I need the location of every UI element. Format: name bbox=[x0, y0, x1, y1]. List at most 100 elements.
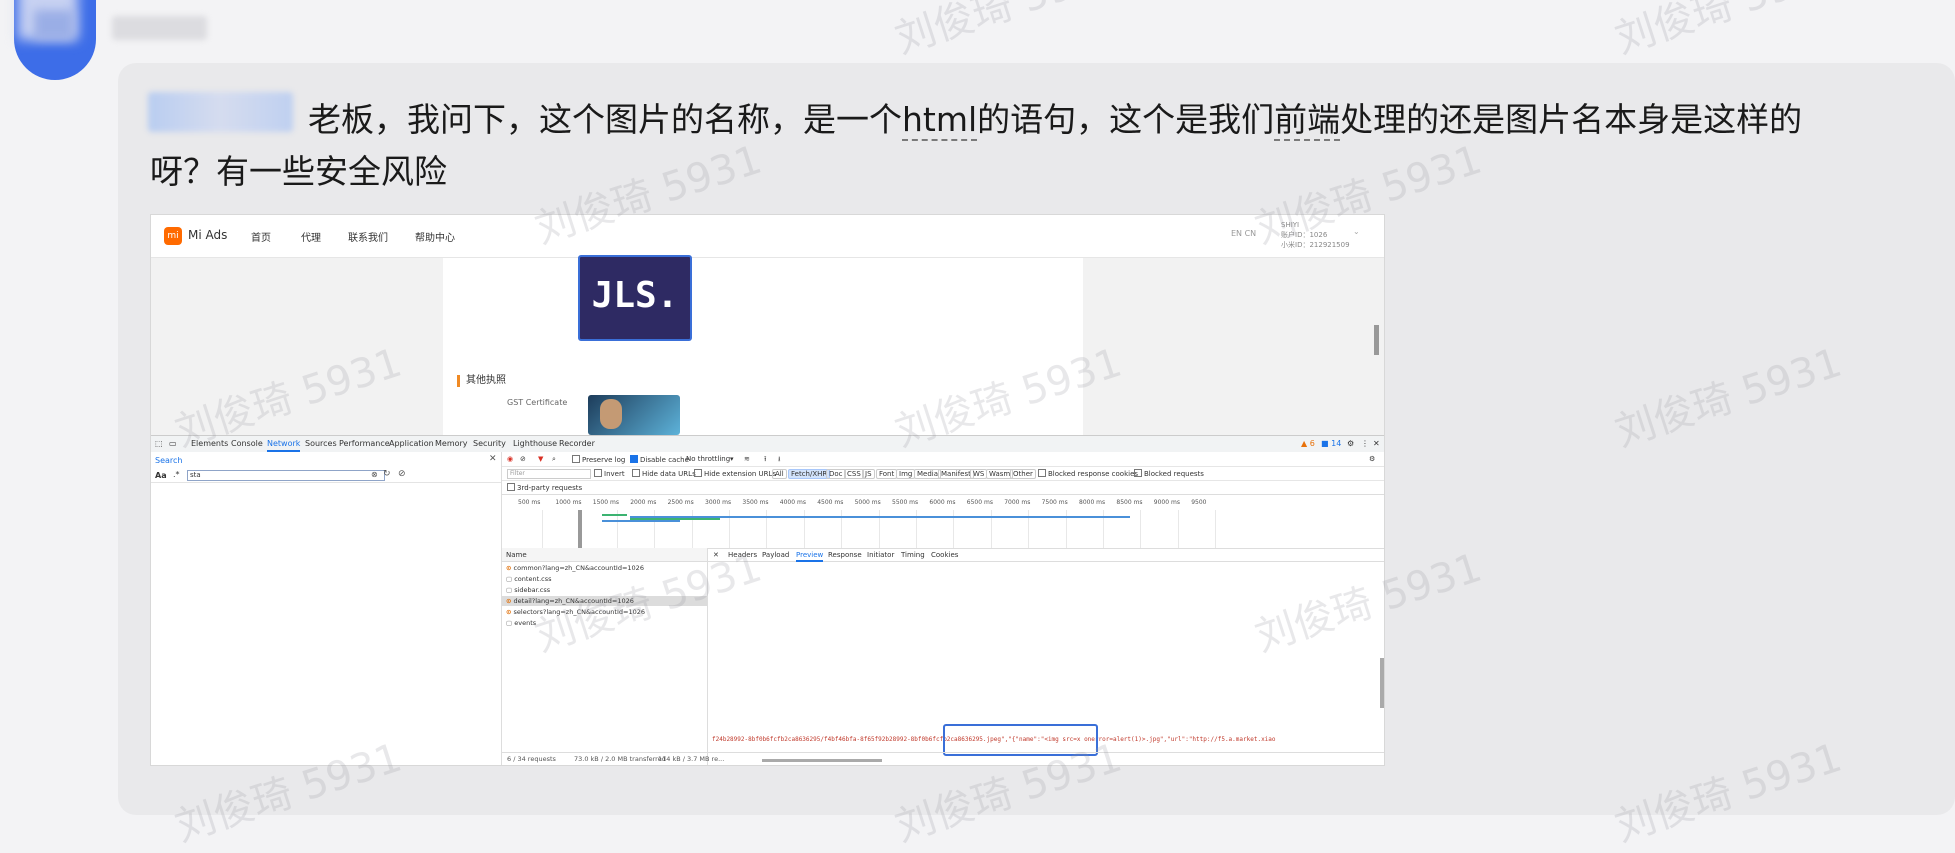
request-row[interactable]: ▢ sidebar.css bbox=[502, 585, 707, 595]
account-info[interactable]: SHIYI 账户ID：1026 小米ID：212921509 bbox=[1281, 220, 1350, 250]
search-input[interactable]: sta bbox=[187, 470, 385, 481]
tab-memory[interactable]: Memory bbox=[435, 439, 468, 448]
third-party-checkbox[interactable]: 3rd-party requests bbox=[507, 483, 582, 492]
invert-checkbox[interactable]: Invert bbox=[594, 469, 625, 478]
tab-console[interactable]: Console bbox=[231, 439, 263, 448]
type-filter-other[interactable]: Other bbox=[1010, 469, 1036, 479]
timeline-tick-label: 7500 ms bbox=[1041, 499, 1068, 506]
request-row[interactable]: ⊙ common?lang=zh_CN&accountId=1026 bbox=[502, 563, 707, 573]
timeline-tick-label: 2500 ms bbox=[667, 499, 694, 506]
tab-preview[interactable]: Preview bbox=[796, 551, 824, 562]
tab-cookies[interactable]: Cookies bbox=[931, 551, 958, 559]
tab-elements[interactable]: Elements bbox=[191, 439, 228, 448]
timeline-gridline bbox=[1177, 510, 1179, 548]
close-icon[interactable]: ✕ bbox=[489, 454, 497, 464]
clear-icon[interactable]: ⊘ bbox=[398, 469, 406, 479]
page-scrollbar[interactable] bbox=[1374, 325, 1379, 355]
avatar[interactable] bbox=[14, 0, 96, 80]
type-filter-font[interactable]: Font bbox=[876, 469, 898, 479]
match-case-toggle[interactable]: Aa bbox=[155, 471, 167, 480]
request-row[interactable]: ▢ events bbox=[502, 618, 707, 628]
type-filter-ws[interactable]: WS bbox=[970, 469, 988, 479]
type-filter-doc[interactable]: Doc bbox=[826, 469, 846, 479]
gst-certificate-image[interactable] bbox=[588, 395, 680, 435]
clear-log-icon[interactable]: ⊘ bbox=[520, 455, 526, 463]
horizontal-scrollbar[interactable] bbox=[762, 759, 882, 762]
hide-extension-urls-checkbox[interactable]: Hide extension URLs bbox=[694, 469, 776, 478]
gear-icon[interactable]: ⚙ bbox=[1347, 439, 1354, 448]
section-title: 其他执照 bbox=[457, 375, 506, 387]
mi-logo-icon: mi bbox=[164, 227, 182, 245]
type-filter-js[interactable]: JS bbox=[862, 469, 875, 479]
type-filter-css[interactable]: CSS bbox=[844, 469, 864, 479]
filter-input[interactable]: Filter bbox=[507, 469, 591, 479]
hide-data-urls-checkbox[interactable]: Hide data URLs bbox=[632, 469, 696, 478]
nav-help[interactable]: 帮助中心 bbox=[415, 229, 455, 244]
account-id: 账户ID：1026 bbox=[1281, 231, 1328, 239]
tab-timing[interactable]: Timing bbox=[901, 551, 925, 559]
nav-contact[interactable]: 联系我们 bbox=[348, 229, 388, 244]
type-filter-fetch-xhr[interactable]: Fetch/XHR bbox=[788, 469, 831, 479]
blocked-cookies-checkbox[interactable]: Blocked response cookies bbox=[1038, 469, 1138, 478]
refresh-icon[interactable]: ↻ bbox=[383, 469, 391, 479]
tab-lighthouse[interactable]: Lighthouse bbox=[513, 439, 557, 448]
throttling-select[interactable]: No throttling bbox=[686, 455, 730, 463]
gear-icon[interactable]: ⚙ bbox=[1369, 455, 1375, 463]
tab-network[interactable]: Network bbox=[267, 439, 301, 452]
regex-toggle[interactable]: .* bbox=[173, 470, 180, 479]
language-switch[interactable]: EN CN bbox=[1231, 229, 1256, 238]
type-filter-manifest[interactable]: Manifest bbox=[938, 469, 974, 479]
type-filter-img[interactable]: Img bbox=[896, 469, 916, 479]
filter-icon[interactable]: ▼ bbox=[538, 455, 543, 463]
attached-screenshot[interactable]: mi Mi Ads 首页 代理 联系我们 帮助中心 EN CN SHIYI 账户… bbox=[150, 214, 1385, 766]
device-toggle-icon[interactable]: ▭ bbox=[169, 439, 177, 448]
tab-payload[interactable]: Payload bbox=[762, 551, 789, 559]
nav-agent[interactable]: 代理 bbox=[301, 229, 321, 244]
more-icon[interactable]: ⋮ bbox=[1361, 439, 1369, 448]
name-column-header[interactable]: Name bbox=[502, 548, 707, 562]
tab-recorder[interactable]: Recorder bbox=[559, 439, 595, 448]
search-pane-title[interactable]: Search bbox=[155, 456, 182, 465]
warnings-badge[interactable]: ▲ 6 bbox=[1301, 439, 1315, 448]
messages-badge[interactable]: ■ 14 bbox=[1321, 439, 1341, 448]
request-row[interactable]: ▢ content.css bbox=[502, 574, 707, 584]
chevron-down-icon[interactable]: ▾ bbox=[730, 455, 734, 463]
keyword-frontend[interactable]: 前端 bbox=[1274, 100, 1341, 141]
message-text-a: 老板，我问下，这个图片的名称，是一个 bbox=[308, 100, 902, 139]
preserve-log-checkbox[interactable]: Preserve log bbox=[572, 455, 625, 464]
request-detail: ✕ Headers Payload Preview Response Initi… bbox=[708, 548, 1384, 765]
upload-icon[interactable]: ⭱ bbox=[764, 455, 766, 466]
preserve-log-label: Preserve log bbox=[582, 456, 626, 464]
chevron-down-icon[interactable]: ⌄ bbox=[1353, 227, 1360, 236]
close-icon[interactable]: ✕ bbox=[713, 551, 719, 559]
timeline-tick-label: 9000 ms bbox=[1153, 499, 1180, 506]
nav-home[interactable]: 首页 bbox=[251, 229, 271, 244]
tab-performance[interactable]: Performance bbox=[339, 439, 390, 448]
request-row[interactable]: ⊙ selectors?lang=zh_CN&accountId=1026 bbox=[502, 607, 707, 617]
tab-security[interactable]: Security bbox=[473, 439, 506, 448]
type-filter-all[interactable]: All bbox=[772, 469, 787, 479]
tab-response[interactable]: Response bbox=[828, 551, 862, 559]
type-filter-media[interactable]: Media bbox=[914, 469, 942, 479]
uploaded-logo-image[interactable]: JLS. bbox=[578, 255, 692, 341]
xhr-icon: ⊙ bbox=[506, 597, 512, 605]
inspect-icon[interactable]: ⬚ bbox=[155, 439, 163, 448]
tab-sources[interactable]: Sources bbox=[305, 439, 337, 448]
blocked-requests-checkbox[interactable]: Blocked requests bbox=[1134, 469, 1204, 478]
timeline-tick-label: 4000 ms bbox=[779, 499, 806, 506]
wifi-icon[interactable]: ≋ bbox=[744, 455, 750, 463]
tab-headers[interactable]: Headers bbox=[728, 551, 757, 559]
request-row-selected[interactable]: ⊙ detail?lang=zh_CN&accountId=1026 bbox=[502, 596, 707, 606]
close-icon[interactable]: ✕ bbox=[1373, 439, 1380, 448]
tab-initiator[interactable]: Initiator bbox=[867, 551, 894, 559]
search-icon[interactable]: ⌕ bbox=[552, 455, 556, 464]
tab-application[interactable]: Application bbox=[389, 439, 434, 448]
keyword-html[interactable]: html bbox=[902, 100, 978, 141]
download-icon[interactable]: ⭳ bbox=[778, 455, 780, 466]
record-icon[interactable]: ◉ bbox=[507, 455, 513, 463]
preview-scrollbar[interactable] bbox=[1380, 658, 1384, 708]
network-timeline[interactable]: 500 ms 1000 ms 1500 ms 2000 ms 2500 ms 3000 m… bbox=[502, 496, 1384, 549]
disable-cache-checkbox[interactable]: Disable cache bbox=[630, 455, 689, 464]
clear-search-icon[interactable]: ⊗ bbox=[371, 470, 378, 479]
timeline-request-bar bbox=[602, 520, 680, 522]
